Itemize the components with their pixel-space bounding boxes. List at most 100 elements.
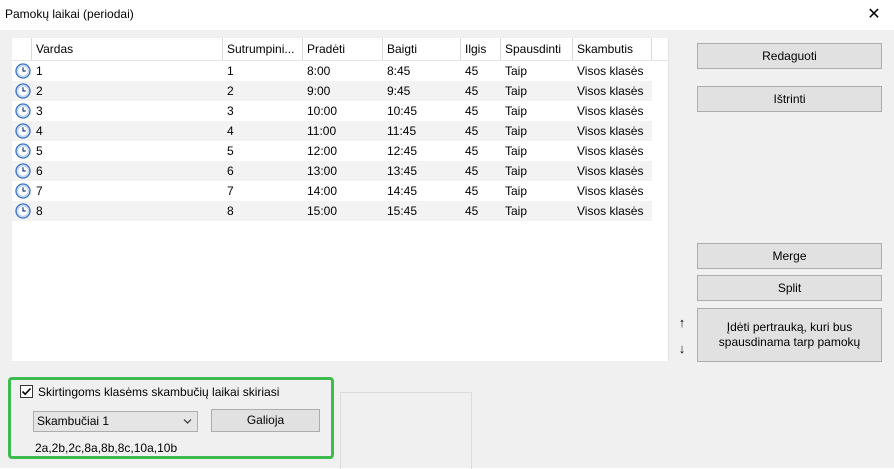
cell-name: 1 xyxy=(36,64,43,78)
table-row[interactable]: 1 1 8:00 8:45 45 Taip Visos klasės xyxy=(12,61,652,81)
clock-icon xyxy=(15,143,31,159)
cell-print: Taip xyxy=(505,104,528,118)
insert-break-button[interactable]: Įdėti pertrauką, kuri bus spausdinama ta… xyxy=(697,308,882,362)
table-row[interactable]: 6 6 13:00 13:45 45 Taip Visos klasės xyxy=(12,161,652,181)
move-down-icon[interactable]: ↓ xyxy=(676,341,688,356)
delete-button[interactable]: Ištrinti xyxy=(697,86,882,112)
cell-print: Taip xyxy=(505,64,528,78)
cell-start: 13:00 xyxy=(307,164,338,178)
table-row[interactable]: 4 4 11:00 11:45 45 Taip Visos klasės xyxy=(12,121,652,141)
clock-icon xyxy=(15,83,31,99)
cell-length: 45 xyxy=(465,204,479,218)
cell-short: 8 xyxy=(227,204,234,218)
table-row[interactable]: 5 5 12:00 12:45 45 Taip Visos klasės xyxy=(12,141,652,161)
cell-name: 7 xyxy=(36,184,43,198)
column-header-bell[interactable]: Skambutis xyxy=(573,38,652,60)
applies-button[interactable]: Galioja xyxy=(211,409,320,432)
cell-print: Taip xyxy=(505,144,528,158)
column-header-print[interactable]: Spausdinti xyxy=(501,38,573,60)
cell-name: 2 xyxy=(36,84,43,98)
cell-end: 14:45 xyxy=(387,184,418,198)
chevron-down-icon xyxy=(183,412,192,431)
cell-name: 5 xyxy=(36,144,43,158)
cell-name: 4 xyxy=(36,124,43,138)
cell-end: 9:45 xyxy=(387,84,411,98)
cell-start: 8:00 xyxy=(307,64,331,78)
applies-classes-text: 2a,2b,2c,8a,8b,8c,10a,10b xyxy=(35,441,178,455)
column-header-short[interactable]: Sutrumpini... xyxy=(223,38,303,60)
cell-print: Taip xyxy=(505,84,528,98)
bell-schedule-select[interactable]: Skambučiai 1 xyxy=(33,411,198,432)
cell-short: 1 xyxy=(227,64,234,78)
table-row[interactable]: 7 7 14:00 14:45 45 Taip Visos klasės xyxy=(12,181,652,201)
cell-start: 10:00 xyxy=(307,104,338,118)
cell-short: 4 xyxy=(227,124,234,138)
cell-end: 12:45 xyxy=(387,144,418,158)
cell-short: 2 xyxy=(227,84,234,98)
insert-break-label-line2: spausdinama tarp pamokų xyxy=(718,335,861,349)
cell-bell: Visos klasės xyxy=(577,184,644,198)
cell-length: 45 xyxy=(465,184,479,198)
cell-end: 10:45 xyxy=(387,104,418,118)
cell-start: 9:00 xyxy=(307,84,331,98)
cell-name: 3 xyxy=(36,104,43,118)
cell-name: 8 xyxy=(36,204,43,218)
cell-print: Taip xyxy=(505,184,528,198)
merge-button[interactable]: Merge xyxy=(697,243,882,269)
table-row[interactable]: 3 3 10:00 10:45 45 Taip Visos klasės xyxy=(12,101,652,121)
column-header-end[interactable]: Baigti xyxy=(383,38,461,60)
table-header: Vardas Sutrumpini... Pradėti Baigti Ilgi… xyxy=(12,38,668,61)
close-icon[interactable]: ✕ xyxy=(862,3,886,27)
periods-table[interactable]: Vardas Sutrumpini... Pradėti Baigti Ilgi… xyxy=(12,38,669,361)
column-header-name[interactable]: Vardas xyxy=(32,38,223,60)
cell-start: 15:00 xyxy=(307,204,338,218)
different-bells-label[interactable]: Skirtingoms klasėms skambučių laikai ski… xyxy=(38,385,279,399)
cell-start: 11:00 xyxy=(307,124,337,138)
clock-icon xyxy=(15,163,31,179)
cell-bell: Visos klasės xyxy=(577,84,644,98)
cell-short: 6 xyxy=(227,164,234,178)
cell-start: 14:00 xyxy=(307,184,338,198)
clock-icon xyxy=(15,203,31,219)
table-row[interactable]: 8 8 15:00 15:45 45 Taip Visos klasės xyxy=(12,201,652,221)
checkmark-icon xyxy=(21,387,32,396)
split-button[interactable]: Split xyxy=(697,275,882,301)
group-box-border xyxy=(340,392,472,469)
cell-length: 45 xyxy=(465,104,479,118)
different-bells-checkbox[interactable] xyxy=(20,385,33,398)
cell-length: 45 xyxy=(465,64,479,78)
clock-icon xyxy=(15,123,31,139)
table-row[interactable]: 2 2 9:00 9:45 45 Taip Visos klasės xyxy=(12,81,652,101)
cell-length: 45 xyxy=(465,124,479,138)
cell-short: 5 xyxy=(227,144,234,158)
cell-print: Taip xyxy=(505,124,528,138)
title-bar: Pamokų laikai (periodai) ✕ xyxy=(0,0,894,30)
cell-end: 11:45 xyxy=(387,124,417,138)
cell-length: 45 xyxy=(465,144,479,158)
bell-schedule-value: Skambučiai 1 xyxy=(37,414,110,428)
cell-print: Taip xyxy=(505,164,528,178)
clock-icon xyxy=(15,103,31,119)
edit-button[interactable]: Redaguoti xyxy=(697,43,882,69)
insert-break-label-line1: Įdėti pertrauką, kuri bus xyxy=(726,320,853,334)
cell-end: 8:45 xyxy=(387,64,411,78)
header-icon-column[interactable] xyxy=(12,38,32,60)
cell-print: Taip xyxy=(505,204,528,218)
cell-length: 45 xyxy=(465,84,479,98)
cell-bell: Visos klasės xyxy=(577,124,644,138)
cell-length: 45 xyxy=(465,164,479,178)
cell-bell: Visos klasės xyxy=(577,204,644,218)
cell-bell: Visos klasės xyxy=(577,104,644,118)
clock-icon xyxy=(15,63,31,79)
cell-end: 15:45 xyxy=(387,204,418,218)
column-header-start[interactable]: Pradėti xyxy=(303,38,383,60)
cell-start: 12:00 xyxy=(307,144,338,158)
column-header-length[interactable]: Ilgis xyxy=(461,38,501,60)
cell-end: 13:45 xyxy=(387,164,418,178)
cell-name: 6 xyxy=(36,164,43,178)
cell-bell: Visos klasės xyxy=(577,64,644,78)
cell-short: 7 xyxy=(227,184,234,198)
window-title: Pamokų laikai (periodai) xyxy=(5,7,134,21)
move-up-icon[interactable]: ↑ xyxy=(676,315,688,330)
clock-icon xyxy=(15,183,31,199)
